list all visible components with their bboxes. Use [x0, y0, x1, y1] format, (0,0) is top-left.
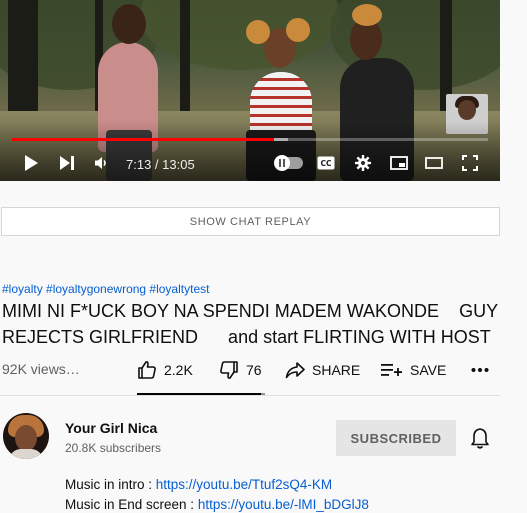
- bell-icon: [470, 428, 490, 453]
- progress-played: [12, 138, 275, 141]
- time-display: 7:13 / 13:05: [126, 157, 195, 172]
- miniplayer-icon: [390, 156, 408, 170]
- theater-icon: [425, 157, 443, 169]
- video-title: MIMI NI F*UCK BOY NA SPENDI MADEM WAKOND…: [2, 298, 502, 350]
- progress-bar[interactable]: [12, 138, 488, 141]
- thumbs-up-icon: [137, 360, 157, 380]
- description-text-1: Music in intro :: [65, 477, 156, 492]
- notification-bell-button[interactable]: [470, 427, 490, 454]
- channel-name[interactable]: Your Girl Nica: [65, 420, 157, 436]
- mute-button[interactable]: [92, 152, 112, 174]
- play-icon: [24, 155, 38, 171]
- theater-mode-button[interactable]: [423, 152, 445, 174]
- view-count[interactable]: 92K views…: [2, 361, 80, 377]
- subscribed-button[interactable]: SUBSCRIBED: [336, 420, 456, 456]
- captions-button[interactable]: CC: [315, 152, 337, 174]
- share-button[interactable]: SHARE: [285, 360, 360, 380]
- save-label: SAVE: [410, 362, 447, 378]
- description-line-1: Music in intro : https://youtu.be/Ttuf2s…: [65, 477, 332, 492]
- autoplay-pause-icon: [274, 155, 290, 171]
- more-horizontal-icon: [471, 367, 489, 373]
- next-button[interactable]: [56, 152, 78, 174]
- like-count: 2.2K: [164, 362, 193, 378]
- dislike-button[interactable]: 76: [219, 360, 262, 380]
- time-total: 13:05: [162, 157, 195, 172]
- video-title-line-1: MIMI NI F*UCK BOY NA SPENDI MADEM WAKOND…: [2, 301, 499, 321]
- play-button[interactable]: [20, 152, 42, 174]
- fullscreen-button[interactable]: [459, 152, 481, 174]
- hashtags[interactable]: #loyalty #loyaltygonewrong #loyaltytest: [2, 282, 209, 296]
- captions-icon: CC: [317, 156, 335, 170]
- thumbs-down-icon: [219, 360, 239, 380]
- divider: [0, 395, 500, 396]
- share-label: SHARE: [312, 362, 361, 378]
- time-current: 7:13: [126, 157, 152, 172]
- subscriber-count: 20.8K subscribers: [65, 441, 162, 455]
- progress-buffer: [274, 138, 289, 141]
- playlist-add-icon: [381, 362, 403, 378]
- video-player[interactable]: 7:13 / 13:05 CC: [0, 0, 500, 181]
- like-button[interactable]: 2.2K: [137, 360, 193, 380]
- video-title-line-2: REJECTS GIRLFRIEND and start FLIRTING WI…: [2, 327, 491, 347]
- intro-music-link[interactable]: https://youtu.be/Ttuf2sQ4-KM: [156, 477, 332, 492]
- channel-avatar[interactable]: [3, 413, 49, 459]
- chat-replay-label: SHOW CHAT REPLAY: [189, 215, 312, 228]
- time-separator: /: [151, 157, 163, 172]
- description-text-2: Music in End screen :: [65, 497, 198, 512]
- description-line-2: Music in End screen : https://youtu.be/-…: [65, 497, 369, 512]
- svg-text:CC: CC: [320, 159, 332, 168]
- end-screen-music-link[interactable]: https://youtu.be/-lMI_bDGlJ8: [198, 497, 369, 512]
- share-icon: [285, 361, 305, 379]
- show-chat-replay-button[interactable]: SHOW CHAT REPLAY: [1, 207, 500, 236]
- dislike-count: 76: [246, 362, 262, 378]
- fullscreen-icon: [462, 155, 478, 171]
- more-actions-button[interactable]: [471, 360, 489, 380]
- autoplay-toggle[interactable]: [274, 155, 303, 171]
- settings-button[interactable]: [352, 152, 374, 174]
- next-icon: [60, 156, 74, 170]
- gear-icon: [355, 155, 371, 171]
- save-button[interactable]: SAVE: [381, 360, 446, 380]
- miniplayer-button[interactable]: [388, 152, 410, 174]
- volume-icon: [95, 156, 109, 170]
